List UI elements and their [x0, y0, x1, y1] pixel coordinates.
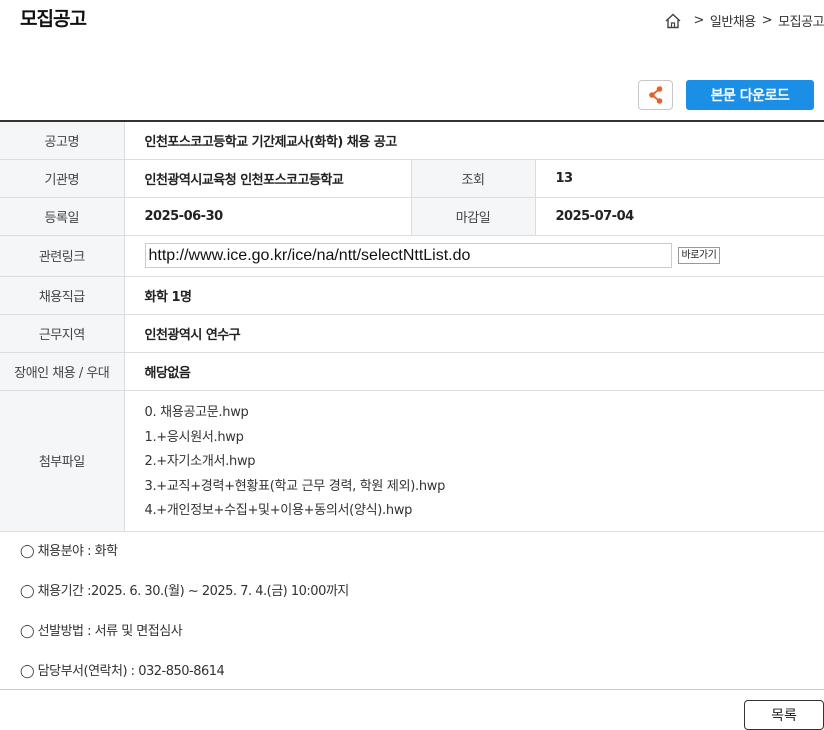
- attachment-link[interactable]: 3.+교직+경력+현황표(학교 근무 경력, 학원 제외).hwp: [145, 475, 824, 500]
- posting-info-table: 공고명 인천포스코고등학교 기간제교사(화학) 채용 공고 기관명 인천광역시교…: [0, 120, 824, 532]
- title-header: 공고명: [0, 121, 125, 160]
- registered-header: 등록일: [0, 197, 125, 236]
- link-cell: http://www.ice.go.kr/ice/na/ntt/selectNt…: [124, 235, 824, 277]
- location-header: 근무지역: [0, 314, 125, 353]
- attachments-cell: 0. 채용공고문.hwp 1.+응시원서.hwp 2.+자기소개서.hwp 3.…: [124, 390, 824, 532]
- table-row: 첨부파일 0. 채용공고문.hwp 1.+응시원서.hwp 2.+자기소개서.h…: [0, 390, 824, 532]
- home-icon[interactable]: [664, 12, 682, 30]
- attachment-list: 0. 채용공고문.hwp 1.+응시원서.hwp 2.+자기소개서.hwp 3.…: [145, 391, 824, 530]
- go-link-button[interactable]: 바로가기: [677, 247, 721, 264]
- related-link-field[interactable]: http://www.ice.go.kr/ice/na/ntt/selectNt…: [144, 243, 672, 268]
- share-icon: [648, 86, 662, 104]
- agency-header: 기관명: [0, 159, 125, 198]
- posting-notes: ◯ 채용분야 : 화학 ◯ 채용기간 :2025. 6. 30.(월) ~ 20…: [20, 540, 349, 700]
- position-header: 채용직급: [0, 276, 125, 315]
- position-value: 화학 1명: [124, 276, 824, 315]
- attachments-header: 첨부파일: [0, 390, 125, 532]
- download-body-button[interactable]: 본문 다운로드: [686, 80, 814, 110]
- table-row: 장애인 채용 / 우대 해당없음: [0, 352, 824, 391]
- note-period: ◯ 채용기간 :2025. 6. 30.(월) ~ 2025. 7. 4.(금)…: [20, 584, 349, 599]
- breadcrumb-item-notice[interactable]: 모집공고: [778, 11, 824, 30]
- note-selection: ◯ 선발방법 : 서류 및 면접심사: [20, 624, 183, 639]
- breadcrumb-separator: >: [761, 13, 773, 28]
- attachment-link[interactable]: 4.+개인정보+수집+및+이용+동의서(양식).hwp: [145, 499, 824, 524]
- table-row: 등록일 2025-06-30 마감일 2025-07-04: [0, 197, 824, 236]
- table-row: 채용직급 화학 1명: [0, 276, 824, 315]
- table-row: 기관명 인천광역시교육청 인천포스코고등학교 조회 13: [0, 159, 824, 198]
- breadcrumb: > 일반채용 > 모집공고: [664, 11, 824, 30]
- views-value: 13: [535, 159, 824, 198]
- note-field: ◯ 채용분야 : 화학: [20, 544, 118, 559]
- deadline-date: 2025-07-04: [535, 197, 824, 236]
- divider: [0, 689, 824, 690]
- views-header: 조회: [411, 159, 536, 198]
- note-contact: ◯ 담당부서(연락처) : 032-850-8614: [20, 664, 225, 679]
- registered-date: 2025-06-30: [124, 197, 412, 236]
- list-button[interactable]: 목록: [744, 700, 824, 730]
- link-header: 관련링크: [0, 235, 125, 277]
- attachment-link[interactable]: 0. 채용공고문.hwp: [145, 401, 824, 426]
- table-row: 공고명 인천포스코고등학교 기간제교사(화학) 채용 공고: [0, 121, 824, 160]
- table-row: 관련링크 http://www.ice.go.kr/ice/na/ntt/sel…: [0, 235, 824, 277]
- page-title: 모집공고: [20, 8, 87, 30]
- breadcrumb-separator: >: [693, 13, 705, 28]
- table-row: 근무지역 인천광역시 연수구: [0, 314, 824, 353]
- location-value: 인천광역시 연수구: [124, 314, 824, 353]
- attachment-link[interactable]: 1.+응시원서.hwp: [145, 426, 824, 451]
- share-button[interactable]: [638, 80, 673, 110]
- deadline-header: 마감일: [411, 197, 536, 236]
- agency-value: 인천광역시교육청 인천포스코고등학교: [124, 159, 412, 198]
- disability-value: 해당없음: [124, 352, 824, 391]
- breadcrumb-item-recruit[interactable]: 일반채용: [710, 11, 756, 30]
- disability-header: 장애인 채용 / 우대: [0, 352, 125, 391]
- attachment-link[interactable]: 2.+자기소개서.hwp: [145, 450, 824, 475]
- posting-title: 인천포스코고등학교 기간제교사(화학) 채용 공고: [124, 121, 824, 160]
